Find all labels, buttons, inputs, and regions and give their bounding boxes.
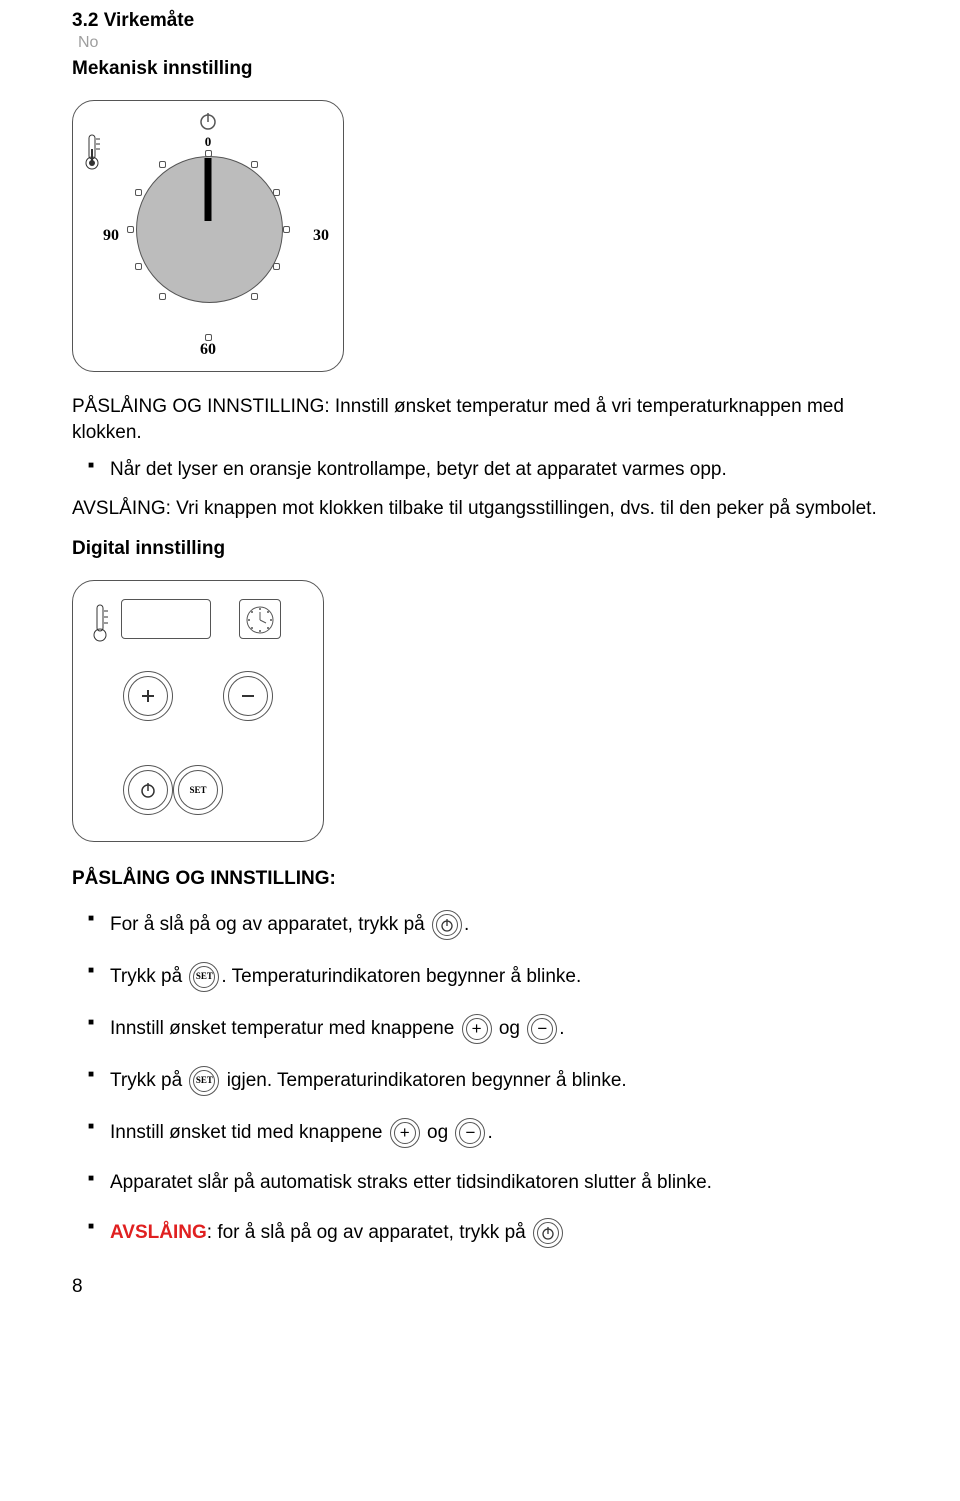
set-label: SET (196, 970, 213, 983)
text: For å slå på og av apparatet, trykk på (110, 914, 430, 935)
text: Innstill ønsket temperatur med knappene (110, 1018, 460, 1039)
digital-heading: PÅSLÅING OG INNSTILLING: (72, 868, 900, 890)
dial-tick (205, 334, 212, 341)
set-label: SET (196, 1074, 213, 1087)
minus-button-figure (223, 671, 273, 721)
power-icon (533, 1218, 563, 1248)
plus-icon (139, 687, 157, 705)
dial-pointer (205, 158, 212, 221)
dial-label-30: 30 (313, 227, 329, 245)
text: . (559, 1018, 564, 1039)
dial-label-90: 90 (103, 227, 119, 245)
subheading-digital: Digital innstilling (72, 538, 900, 560)
set-icon: SET (189, 1066, 219, 1096)
text: . (487, 1122, 492, 1143)
plus-icon: + (462, 1014, 492, 1044)
list-item: Innstill ønsket tid med knappene + og −. (72, 1118, 900, 1148)
language-tag: No (78, 34, 900, 52)
page-number: 8 (72, 1276, 900, 1298)
mechanical-bullet-list: Når det lyser en oransje kontrollampe, b… (72, 457, 900, 484)
dial-tick (135, 189, 142, 196)
power-icon (139, 781, 157, 799)
mechanical-intro: PÅSLÅING OG INNSTILLING: Innstill ønsket… (72, 394, 900, 445)
digital-panel-figure: SET (72, 580, 324, 842)
power-button-figure (123, 765, 173, 815)
dial-tick (273, 263, 280, 270)
list-item: Når det lyser en oransje kontrollampe, b… (72, 457, 900, 484)
page: 3.2 Virkemåte No Mekanisk innstilling 0 … (0, 0, 960, 1318)
dial-tick (159, 161, 166, 168)
dial-tick (159, 293, 166, 300)
plus-button-figure (123, 671, 173, 721)
power-icon (432, 910, 462, 940)
subheading-mechanical: Mekanisk innstilling (72, 58, 900, 80)
thermometer-icon (79, 131, 105, 173)
power-icon (198, 111, 218, 131)
list-item: AVSLÅING: for å slå på og av apparatet, … (72, 1218, 900, 1248)
text: . Temperaturindikatoren begynner å blink… (221, 966, 581, 987)
dial-tick (251, 161, 258, 168)
dial-label-60: 60 (200, 341, 216, 359)
dial-tick (205, 150, 212, 157)
plus-icon: + (390, 1118, 420, 1148)
dial-tick (127, 226, 134, 233)
dial-tick (283, 226, 290, 233)
temperature-display (121, 599, 211, 639)
minus-icon: − (527, 1014, 557, 1044)
text: . (464, 914, 469, 935)
text: og (499, 1018, 525, 1039)
off-label: AVSLÅING (110, 1222, 207, 1243)
text: : for å slå på og av apparatet, trykk på (207, 1222, 526, 1243)
list-item: Trykk på SET igjen. Temperaturindikatore… (72, 1066, 900, 1096)
digital-bullet-list: For å slå på og av apparatet, trykk på .… (72, 910, 900, 1249)
text: Innstill ønsket tid med knappene (110, 1122, 388, 1143)
text: Trykk på (110, 966, 187, 987)
mechanical-off: AVSLÅING: Vri knappen mot klokken tilbak… (72, 496, 900, 522)
mechanical-dial-figure: 0 30 60 90 (72, 100, 344, 372)
minus-icon: − (455, 1118, 485, 1148)
section-heading: 3.2 Virkemåte (72, 10, 900, 32)
minus-icon (239, 687, 257, 705)
dial-tick (273, 189, 280, 196)
text: igjen. Temperaturindikatoren begynner å … (227, 1070, 627, 1091)
timer-icon (240, 600, 280, 638)
thermometer-icon (89, 601, 111, 645)
text: Trykk på (110, 1070, 187, 1091)
list-item: Apparatet slår på automatisk straks ette… (72, 1170, 900, 1197)
set-icon: SET (189, 962, 219, 992)
text: og (427, 1122, 453, 1143)
dial-tick (251, 293, 258, 300)
timer-display (239, 599, 281, 639)
set-button-figure: SET (173, 765, 223, 815)
set-label: SET (189, 785, 206, 795)
dial-tick (135, 263, 142, 270)
list-item: For å slå på og av apparatet, trykk på . (72, 910, 900, 940)
dial-label-0: 0 (205, 134, 212, 150)
list-item: Innstill ønsket temperatur med knappene … (72, 1014, 900, 1044)
list-item: Trykk på SET . Temperaturindikatoren begy… (72, 962, 900, 992)
